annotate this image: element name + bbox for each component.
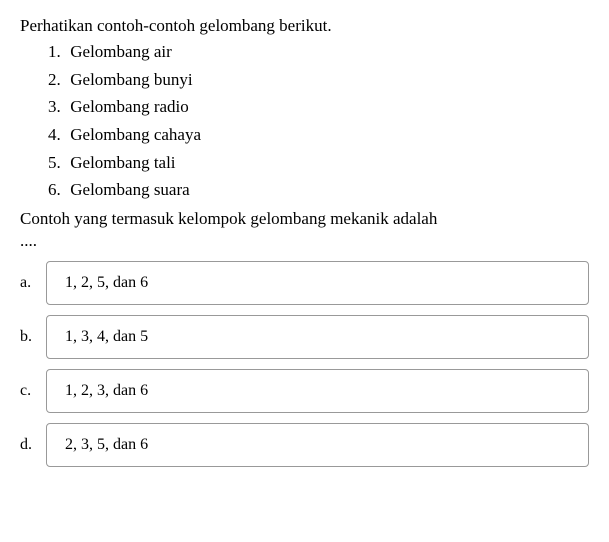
list-num: 5. (48, 151, 66, 176)
list-num: 6. (48, 178, 66, 203)
list-item: 2. Gelombang bunyi (48, 68, 589, 93)
intro-text: Perhatikan contoh-contoh gelombang berik… (20, 16, 589, 36)
option-letter: a. (20, 274, 46, 292)
list-item: 3. Gelombang radio (48, 95, 589, 120)
list-item: 6. Gelombang suara (48, 178, 589, 203)
option-c[interactable]: c. 1, 2, 3, dan 6 (20, 369, 589, 413)
option-d[interactable]: d. 2, 3, 5, dan 6 (20, 423, 589, 467)
list-num: 4. (48, 123, 66, 148)
option-box[interactable]: 1, 2, 3, dan 6 (46, 369, 589, 413)
list-text: Gelombang air (70, 42, 172, 61)
list-item: 1. Gelombang air (48, 40, 589, 65)
option-box[interactable]: 2, 3, 5, dan 6 (46, 423, 589, 467)
ellipsis: .... (20, 231, 589, 251)
list-text: Gelombang tali (70, 153, 175, 172)
list-item: 5. Gelombang tali (48, 151, 589, 176)
answer-options: a. 1, 2, 5, dan 6 b. 1, 3, 4, dan 5 c. 1… (20, 261, 589, 467)
wave-list: 1. Gelombang air 2. Gelombang bunyi 3. G… (20, 40, 589, 203)
list-text: Gelombang suara (70, 180, 189, 199)
question-text: Contoh yang termasuk kelompok gelombang … (20, 209, 589, 229)
option-letter: c. (20, 382, 46, 400)
option-a[interactable]: a. 1, 2, 5, dan 6 (20, 261, 589, 305)
list-text: Gelombang radio (70, 97, 189, 116)
list-num: 3. (48, 95, 66, 120)
list-num: 1. (48, 40, 66, 65)
option-letter: b. (20, 328, 46, 346)
option-box[interactable]: 1, 2, 5, dan 6 (46, 261, 589, 305)
list-text: Gelombang cahaya (70, 125, 201, 144)
list-text: Gelombang bunyi (70, 70, 192, 89)
list-item: 4. Gelombang cahaya (48, 123, 589, 148)
list-num: 2. (48, 68, 66, 93)
option-box[interactable]: 1, 3, 4, dan 5 (46, 315, 589, 359)
option-letter: d. (20, 436, 46, 454)
option-b[interactable]: b. 1, 3, 4, dan 5 (20, 315, 589, 359)
